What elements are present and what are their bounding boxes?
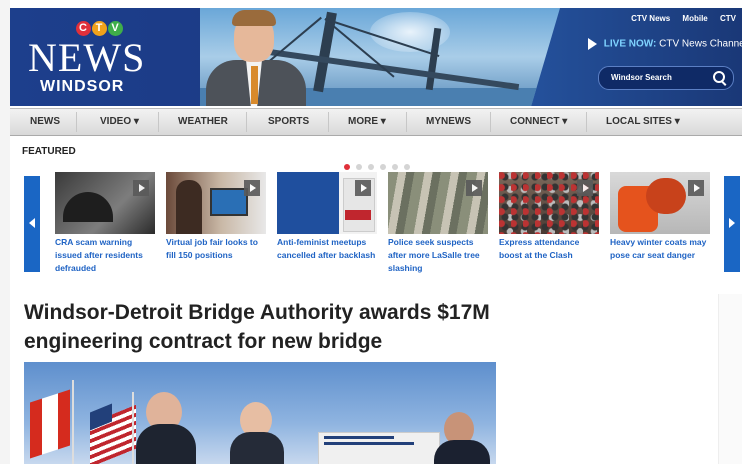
sidebar-edge — [718, 294, 742, 464]
featured-thumbnail[interactable] — [388, 172, 488, 234]
nav-more[interactable]: MORE ▾ — [348, 116, 386, 127]
chevron-right-icon — [729, 218, 735, 228]
search-box[interactable]: Windsor Search — [598, 66, 734, 90]
nav-news[interactable]: NEWS — [30, 116, 60, 127]
live-channel: CTV News Channel — [659, 38, 742, 50]
site-header: CTV NEWS WINDSOR CTV News Mobile CTV LIV… — [10, 8, 742, 106]
video-play-icon — [688, 180, 704, 196]
article-photo[interactable] — [24, 362, 496, 464]
featured-thumbnail[interactable] — [166, 172, 266, 234]
featured-card[interactable]: CRA scam warning issued after residents … — [55, 172, 155, 282]
featured-card-title[interactable]: Anti-feminist meetups cancelled after ba… — [277, 236, 381, 262]
top-link-ctv-news[interactable]: CTV News — [631, 14, 670, 23]
video-play-icon — [577, 180, 593, 196]
featured-card[interactable]: Virtual job fair looks to fill 150 posit… — [166, 172, 266, 282]
article-headline[interactable]: Windsor-Detroit Bridge Authority awards … — [24, 298, 494, 356]
nav-mynews[interactable]: MYNEWS — [426, 116, 471, 127]
page: CTV NEWS WINDSOR CTV News Mobile CTV LIV… — [10, 0, 742, 464]
featured-thumbnail[interactable] — [610, 172, 710, 234]
live-now-label: LIVE NOW: — [603, 38, 657, 50]
carousel-prev-button[interactable] — [24, 176, 40, 272]
featured-card-title[interactable]: Virtual job fair looks to fill 150 posit… — [166, 236, 270, 262]
featured-heading: FEATURED — [22, 146, 76, 157]
featured-card[interactable]: Express attendance boost at the Clash — [499, 172, 599, 282]
featured-card-title[interactable]: Express attendance boost at the Clash — [499, 236, 603, 262]
featured-thumbnail[interactable] — [499, 172, 599, 234]
nav-local-sites[interactable]: LOCAL SITES ▾ — [606, 116, 680, 127]
video-play-icon — [133, 180, 149, 196]
logo-brand: NEWS — [28, 35, 146, 80]
featured-thumbnail[interactable] — [277, 172, 377, 234]
header-banner-image — [200, 8, 560, 106]
featured-card[interactable]: Police seek suspects after more LaSalle … — [388, 172, 488, 282]
featured-thumbnail[interactable] — [55, 172, 155, 234]
carousel-dot[interactable] — [404, 164, 410, 170]
anchor-photo — [200, 8, 310, 106]
featured-card-title[interactable]: Police seek suspects after more LaSalle … — [388, 236, 492, 275]
top-link-ctv[interactable]: CTV — [720, 14, 736, 23]
featured-card-title[interactable]: Heavy winter coats may pose car seat dan… — [610, 236, 714, 262]
nav-weather[interactable]: WEATHER — [178, 116, 228, 127]
top-links: CTV News Mobile CTV — [621, 14, 736, 23]
carousel-dot[interactable] — [368, 164, 374, 170]
play-icon — [588, 38, 597, 50]
nav-sports[interactable]: SPORTS — [268, 116, 309, 127]
carousel-next-button[interactable] — [724, 176, 740, 272]
nav-video[interactable]: VIDEO ▾ — [100, 116, 139, 127]
top-link-mobile[interactable]: Mobile — [682, 14, 707, 23]
video-play-icon — [355, 180, 371, 196]
featured-card[interactable]: Anti-feminist meetups cancelled after ba… — [277, 172, 377, 282]
chevron-left-icon — [29, 218, 35, 228]
featured-card-title[interactable]: CRA scam warning issued after residents … — [55, 236, 159, 275]
carousel-dot[interactable] — [380, 164, 386, 170]
carousel-dot[interactable] — [356, 164, 362, 170]
video-play-icon — [244, 180, 260, 196]
featured-card[interactable]: Heavy winter coats may pose car seat dan… — [610, 172, 710, 282]
main-nav: NEWS VIDEO ▾ WEATHER SPORTS MORE ▾ MYNEW… — [10, 108, 742, 136]
search-input[interactable]: Windsor Search — [611, 73, 672, 82]
logo-city: WINDSOR — [40, 78, 125, 95]
ctv-news-windsor-logo[interactable]: CTV NEWS WINDSOR — [24, 16, 154, 102]
carousel-dot-active[interactable] — [344, 164, 350, 170]
live-now-link[interactable]: LIVE NOW: CTV News Channel — [588, 38, 742, 50]
search-icon[interactable] — [713, 71, 725, 83]
nav-connect[interactable]: CONNECT ▾ — [510, 116, 567, 127]
video-play-icon — [466, 180, 482, 196]
carousel-dot[interactable] — [392, 164, 398, 170]
